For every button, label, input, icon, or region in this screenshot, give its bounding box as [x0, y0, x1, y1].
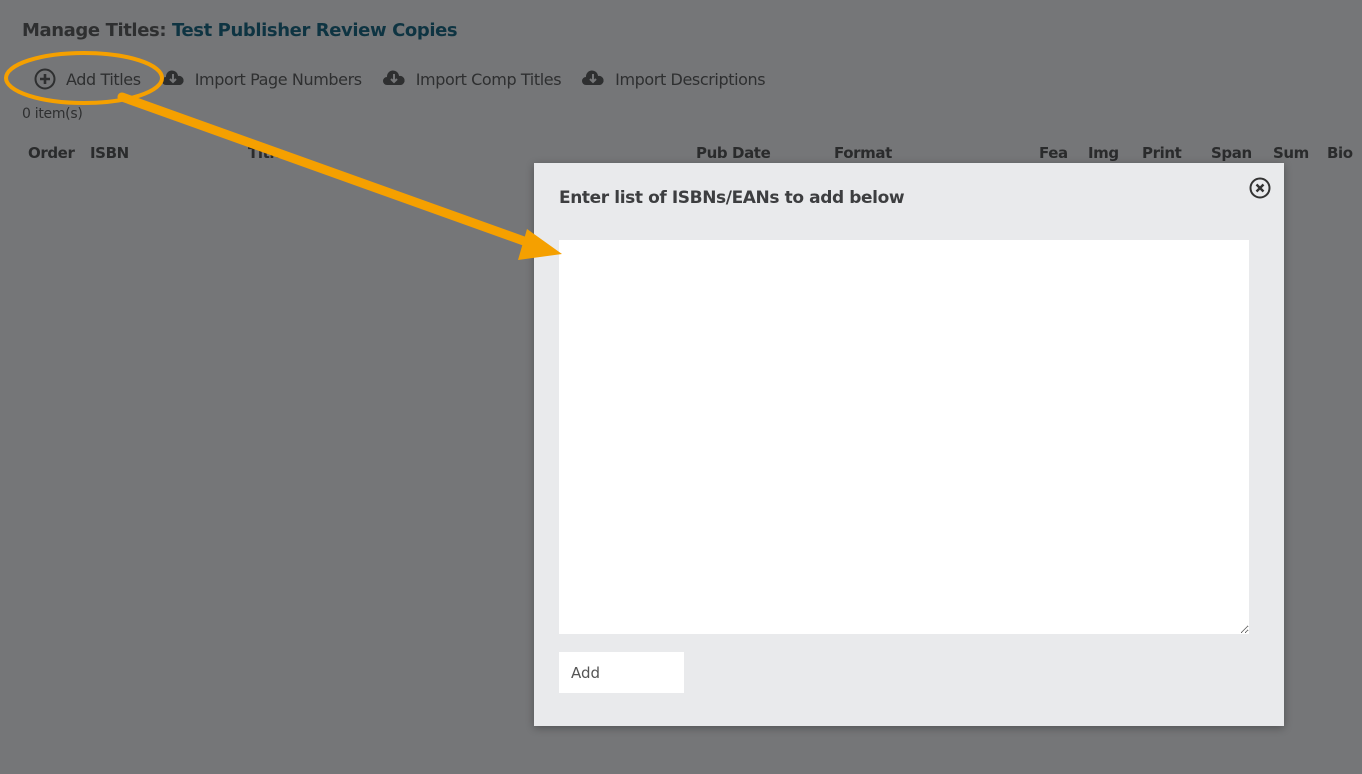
- column-header-print[interactable]: Print: [1142, 144, 1182, 162]
- import-comp-titles-button[interactable]: Import Comp Titles: [382, 69, 562, 89]
- column-header-sum[interactable]: Sum: [1273, 144, 1309, 162]
- cloud-download-icon: [382, 70, 405, 85]
- modal-title: Enter list of ISBNs/EANs to add below: [559, 188, 905, 208]
- close-icon[interactable]: [1249, 177, 1271, 199]
- column-header-img[interactable]: Img: [1088, 144, 1119, 162]
- toolbar: Add Titles Import Page Numbers Import Co…: [34, 68, 785, 90]
- column-header-order[interactable]: Order: [28, 144, 75, 162]
- column-header-title[interactable]: Title: [248, 144, 284, 162]
- add-titles-label: Add Titles: [66, 69, 141, 89]
- column-header-span[interactable]: Span: [1211, 144, 1252, 162]
- publisher-name: Test Publisher Review Copies: [172, 20, 458, 41]
- import-descriptions-button[interactable]: Import Descriptions: [581, 69, 766, 89]
- title-label: Manage Titles:: [22, 20, 167, 41]
- column-header-pub-date[interactable]: Pub Date: [696, 144, 771, 162]
- column-header-fea[interactable]: Fea: [1039, 144, 1068, 162]
- column-header-bio[interactable]: Bio: [1327, 144, 1353, 162]
- annotation-arrow-line: [117, 92, 540, 250]
- add-isbns-modal: Enter list of ISBNs/EANs to add below Ad…: [534, 163, 1284, 726]
- isbn-list-textarea[interactable]: [559, 240, 1249, 634]
- import-comp-titles-label: Import Comp Titles: [415, 69, 562, 89]
- plus-circle-icon: [34, 68, 56, 90]
- page-title: Manage Titles: Test Publisher Review Cop…: [22, 20, 458, 41]
- add-button[interactable]: Add: [559, 652, 684, 693]
- item-count: 0 item(s): [22, 106, 83, 122]
- import-descriptions-label: Import Descriptions: [615, 69, 766, 89]
- cloud-download-icon: [161, 70, 184, 85]
- column-header-isbn[interactable]: ISBN: [90, 144, 129, 162]
- import-page-numbers-button[interactable]: Import Page Numbers: [161, 69, 362, 89]
- cloud-download-icon: [582, 70, 604, 85]
- column-header-format[interactable]: Format: [834, 144, 892, 162]
- import-page-numbers-label: Import Page Numbers: [194, 69, 362, 89]
- add-titles-button[interactable]: Add Titles: [34, 68, 141, 90]
